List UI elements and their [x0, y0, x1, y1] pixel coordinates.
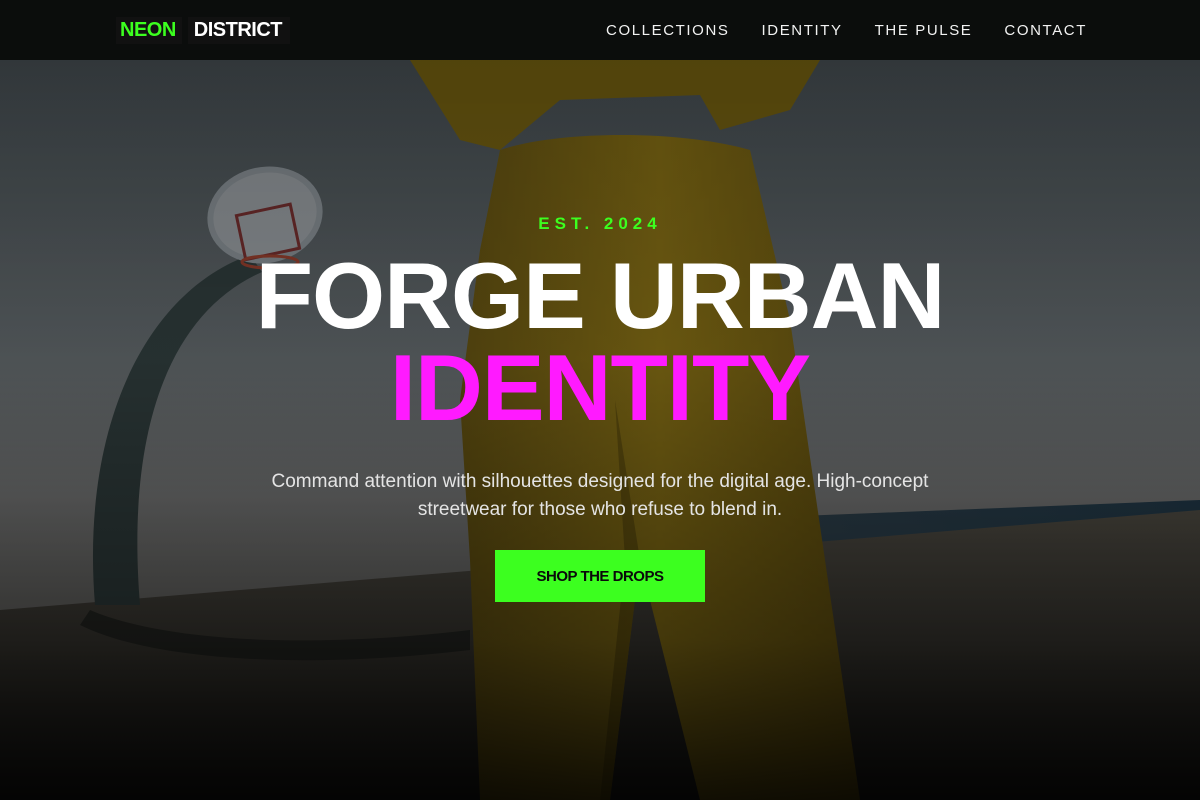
brand-logo-neon: NEON [116, 16, 182, 44]
hero-eyebrow: EST. 2024 [538, 214, 662, 233]
hero-content: EST. 2024 FORGE URBAN IDENTITY Command a… [0, 0, 1200, 800]
nav-link-collections[interactable]: COLLECTIONS [606, 22, 729, 39]
nav-menu: COLLECTIONS IDENTITY THE PULSE CONTACT [606, 0, 1087, 60]
top-navbar: NEON DISTRICT COLLECTIONS IDENTITY THE P… [0, 0, 1200, 60]
nav-link-identity[interactable]: IDENTITY [762, 22, 843, 39]
hero-subtext: Command attention with silhouettes desig… [271, 471, 929, 520]
hero-headline-line2: IDENTITY [389, 335, 811, 440]
brand-logo[interactable]: NEON DISTRICT [116, 16, 291, 44]
nav-link-contact[interactable]: CONTACT [1004, 22, 1087, 39]
hero-headline: FORGE URBAN IDENTITY [0, 243, 1200, 440]
hero-section: NEON DISTRICT COLLECTIONS IDENTITY THE P… [0, 0, 1200, 800]
nav-link-the-pulse[interactable]: THE PULSE [875, 22, 973, 39]
brand-logo-district: DISTRICT [187, 16, 291, 44]
hero-headline-line1: FORGE URBAN [255, 243, 946, 348]
shop-the-drops-button[interactable]: SHOP THE DROPS [495, 550, 705, 602]
